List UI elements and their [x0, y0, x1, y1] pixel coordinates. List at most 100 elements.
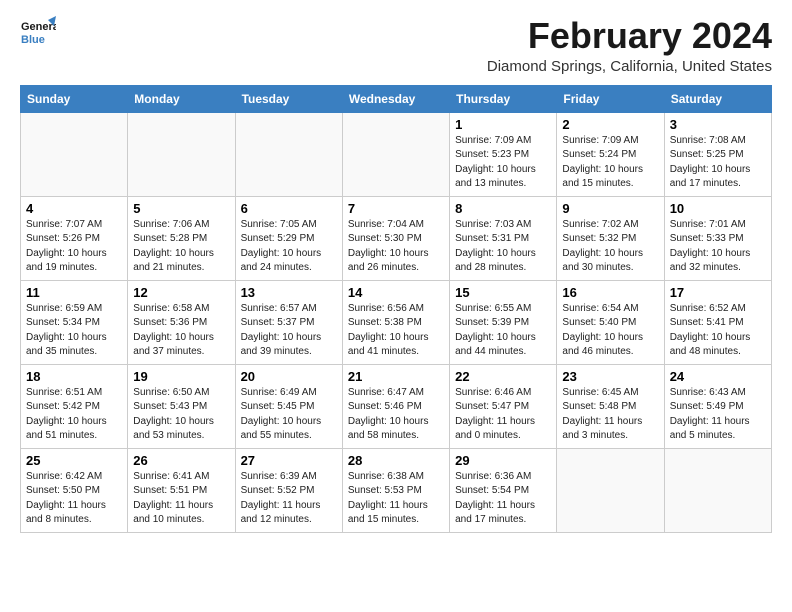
calendar-cell: 11 Sunrise: 6:59 AMSunset: 5:34 PMDayligh… — [21, 280, 128, 364]
day-number: 24 — [670, 369, 766, 384]
week-row-5: 25 Sunrise: 6:42 AMSunset: 5:50 PMDayligh… — [21, 448, 772, 532]
calendar-cell: 1 Sunrise: 7:09 AMSunset: 5:23 PMDaylight… — [450, 112, 557, 196]
day-info: Sunrise: 7:07 AMSunset: 5:26 PMDaylight:… — [26, 218, 122, 276]
month-title: February 2024 — [487, 16, 772, 56]
day-number: 4 — [26, 201, 122, 216]
calendar-cell: 17 Sunrise: 6:52 AMSunset: 5:41 PMDayligh… — [664, 280, 771, 364]
calendar-cell: 7 Sunrise: 7:04 AMSunset: 5:30 PMDaylight… — [342, 196, 449, 280]
calendar-cell — [235, 112, 342, 196]
calendar-cell: 2 Sunrise: 7:09 AMSunset: 5:24 PMDaylight… — [557, 112, 664, 196]
day-info: Sunrise: 7:06 AMSunset: 5:28 PMDaylight:… — [133, 218, 229, 276]
week-row-1: 1 Sunrise: 7:09 AMSunset: 5:23 PMDaylight… — [21, 112, 772, 196]
day-number: 7 — [348, 201, 444, 216]
day-info: Sunrise: 7:09 AMSunset: 5:23 PMDaylight:… — [455, 134, 551, 192]
day-number: 8 — [455, 201, 551, 216]
day-info: Sunrise: 6:57 AMSunset: 5:37 PMDaylight:… — [241, 302, 337, 360]
day-number: 22 — [455, 369, 551, 384]
day-number: 10 — [670, 201, 766, 216]
calendar-cell — [128, 112, 235, 196]
calendar-cell: 27 Sunrise: 6:39 AMSunset: 5:52 PMDayligh… — [235, 448, 342, 532]
calendar-cell: 4 Sunrise: 7:07 AMSunset: 5:26 PMDaylight… — [21, 196, 128, 280]
calendar-cell: 5 Sunrise: 7:06 AMSunset: 5:28 PMDaylight… — [128, 196, 235, 280]
calendar-cell: 15 Sunrise: 6:55 AMSunset: 5:39 PMDayligh… — [450, 280, 557, 364]
day-info: Sunrise: 6:47 AMSunset: 5:46 PMDaylight:… — [348, 386, 444, 444]
weekday-header-friday: Friday — [557, 85, 664, 112]
day-number: 26 — [133, 453, 229, 468]
day-number: 15 — [455, 285, 551, 300]
day-number: 18 — [26, 369, 122, 384]
logo: General Blue — [20, 16, 56, 52]
day-number: 29 — [455, 453, 551, 468]
calendar-cell: 23 Sunrise: 6:45 AMSunset: 5:48 PMDayligh… — [557, 364, 664, 448]
calendar-cell: 24Sunrise: 6:43 AMSunset: 5:49 PMDayligh… — [664, 364, 771, 448]
day-info: Sunrise: 6:46 AMSunset: 5:47 PMDaylight:… — [455, 386, 551, 444]
calendar-cell: 26 Sunrise: 6:41 AMSunset: 5:51 PMDayligh… — [128, 448, 235, 532]
day-info: Sunrise: 6:56 AMSunset: 5:38 PMDaylight:… — [348, 302, 444, 360]
day-info: Sunrise: 6:59 AMSunset: 5:34 PMDaylight:… — [26, 302, 122, 360]
calendar-cell — [21, 112, 128, 196]
day-number: 28 — [348, 453, 444, 468]
weekday-header-sunday: Sunday — [21, 85, 128, 112]
day-number: 23 — [562, 369, 658, 384]
weekday-header-tuesday: Tuesday — [235, 85, 342, 112]
day-number: 14 — [348, 285, 444, 300]
calendar-cell: 14 Sunrise: 6:56 AMSunset: 5:38 PMDayligh… — [342, 280, 449, 364]
day-number: 19 — [133, 369, 229, 384]
day-info: Sunrise: 6:54 AMSunset: 5:40 PMDaylight:… — [562, 302, 658, 360]
day-info: Sunrise: 6:41 AMSunset: 5:51 PMDaylight:… — [133, 470, 229, 528]
calendar-cell: 22 Sunrise: 6:46 AMSunset: 5:47 PMDayligh… — [450, 364, 557, 448]
logo-svg: General Blue — [20, 16, 56, 52]
day-info: Sunrise: 6:50 AMSunset: 5:43 PMDaylight:… — [133, 386, 229, 444]
calendar-cell: 8Sunrise: 7:03 AMSunset: 5:31 PMDaylight… — [450, 196, 557, 280]
day-info: Sunrise: 6:45 AMSunset: 5:48 PMDaylight:… — [562, 386, 658, 444]
title-block: February 2024 Diamond Springs, Californi… — [487, 16, 772, 75]
day-number: 2 — [562, 117, 658, 132]
day-number: 3 — [670, 117, 766, 132]
calendar-cell: 13 Sunrise: 6:57 AMSunset: 5:37 PMDayligh… — [235, 280, 342, 364]
calendar-cell: 19 Sunrise: 6:50 AMSunset: 5:43 PMDayligh… — [128, 364, 235, 448]
week-row-4: 18 Sunrise: 6:51 AMSunset: 5:42 PMDayligh… — [21, 364, 772, 448]
day-number: 13 — [241, 285, 337, 300]
day-number: 17 — [670, 285, 766, 300]
day-info: Sunrise: 6:39 AMSunset: 5:52 PMDaylight:… — [241, 470, 337, 528]
day-number: 9 — [562, 201, 658, 216]
calendar-cell: 6 Sunrise: 7:05 AMSunset: 5:29 PMDaylight… — [235, 196, 342, 280]
day-info: Sunrise: 6:38 AMSunset: 5:53 PMDaylight:… — [348, 470, 444, 528]
calendar-cell: 18 Sunrise: 6:51 AMSunset: 5:42 PMDayligh… — [21, 364, 128, 448]
day-number: 25 — [26, 453, 122, 468]
calendar-cell: 16 Sunrise: 6:54 AMSunset: 5:40 PMDayligh… — [557, 280, 664, 364]
calendar-cell: 3Sunrise: 7:08 AMSunset: 5:25 PMDaylight… — [664, 112, 771, 196]
day-info: Sunrise: 7:09 AMSunset: 5:24 PMDaylight:… — [562, 134, 658, 192]
calendar-cell: 10Sunrise: 7:01 AMSunset: 5:33 PMDayligh… — [664, 196, 771, 280]
day-info: Sunrise: 7:05 AMSunset: 5:29 PMDaylight:… — [241, 218, 337, 276]
day-number: 1 — [455, 117, 551, 132]
calendar-cell — [557, 448, 664, 532]
day-number: 20 — [241, 369, 337, 384]
day-info: Sunrise: 6:51 AMSunset: 5:42 PMDaylight:… — [26, 386, 122, 444]
day-number: 6 — [241, 201, 337, 216]
day-number: 16 — [562, 285, 658, 300]
week-row-3: 11 Sunrise: 6:59 AMSunset: 5:34 PMDayligh… — [21, 280, 772, 364]
weekday-header-saturday: Saturday — [664, 85, 771, 112]
weekday-header-row: SundayMondayTuesdayWednesdayThursdayFrid… — [21, 85, 772, 112]
day-info: Sunrise: 6:55 AMSunset: 5:39 PMDaylight:… — [455, 302, 551, 360]
calendar-cell: 12Sunrise: 6:58 AMSunset: 5:36 PMDayligh… — [128, 280, 235, 364]
day-number: 27 — [241, 453, 337, 468]
day-info: Sunrise: 7:04 AMSunset: 5:30 PMDaylight:… — [348, 218, 444, 276]
day-number: 21 — [348, 369, 444, 384]
day-info: Sunrise: 6:36 AMSunset: 5:54 PMDaylight:… — [455, 470, 551, 528]
day-number: 12 — [133, 285, 229, 300]
calendar-cell: 9 Sunrise: 7:02 AMSunset: 5:32 PMDaylight… — [557, 196, 664, 280]
calendar-cell: 29 Sunrise: 6:36 AMSunset: 5:54 PMDayligh… — [450, 448, 557, 532]
weekday-header-thursday: Thursday — [450, 85, 557, 112]
svg-text:General: General — [21, 21, 56, 33]
day-info: Sunrise: 7:02 AMSunset: 5:32 PMDaylight:… — [562, 218, 658, 276]
calendar-cell: 21 Sunrise: 6:47 AMSunset: 5:46 PMDayligh… — [342, 364, 449, 448]
day-number: 5 — [133, 201, 229, 216]
weekday-header-monday: Monday — [128, 85, 235, 112]
day-number: 11 — [26, 285, 122, 300]
week-row-2: 4 Sunrise: 7:07 AMSunset: 5:26 PMDaylight… — [21, 196, 772, 280]
day-info: Sunrise: 6:52 AMSunset: 5:41 PMDaylight:… — [670, 302, 766, 360]
day-info: Sunrise: 6:42 AMSunset: 5:50 PMDaylight:… — [26, 470, 122, 528]
calendar-cell — [664, 448, 771, 532]
